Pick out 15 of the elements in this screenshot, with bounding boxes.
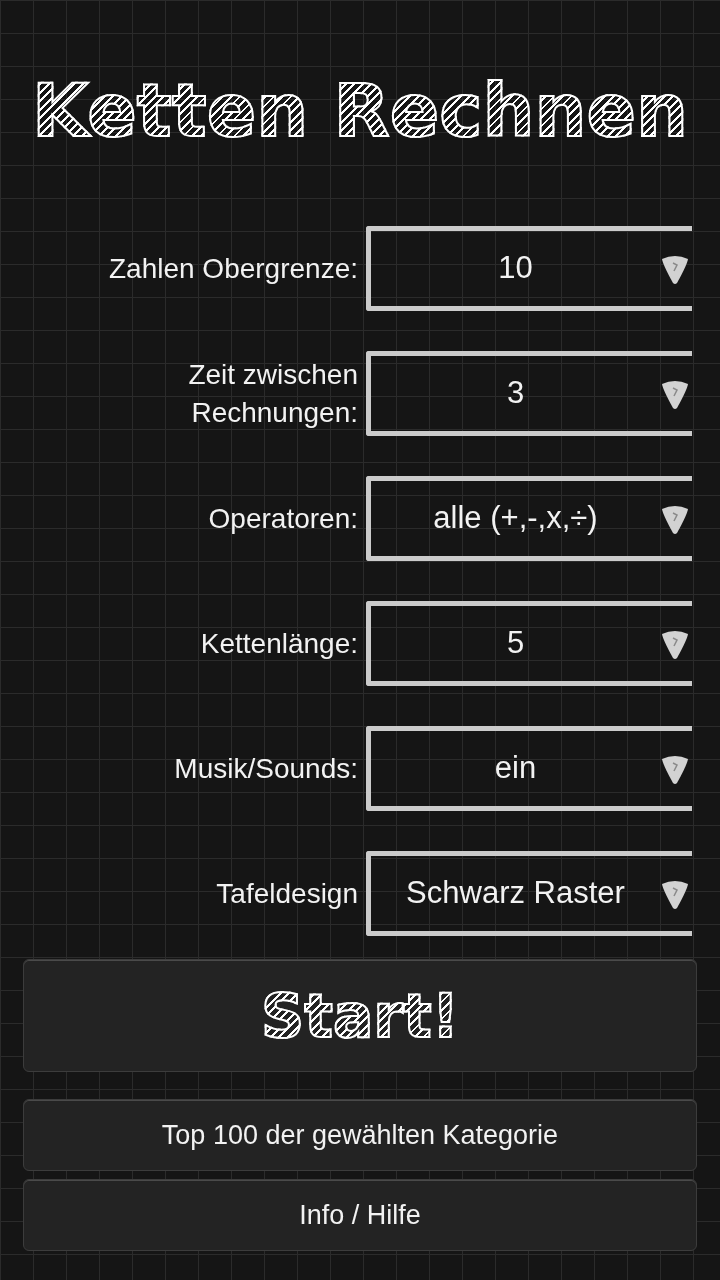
setting-label: Tafeldesign: [216, 876, 358, 911]
dropdown[interactable]: 10: [366, 226, 692, 311]
setting-label: Zeit zwischen Rechnungen:: [187, 357, 358, 430]
menu-button[interactable]: Top 100 der gewählten Kategorie: [23, 1099, 697, 1171]
setting-label: Kettenlänge:: [200, 626, 358, 661]
start-button[interactable]: Start!: [23, 959, 697, 1072]
dropdown[interactable]: ein: [366, 726, 692, 811]
dropdown[interactable]: Schwarz Raster: [366, 851, 692, 936]
setting-label: Operatoren:: [208, 501, 358, 536]
dropdown[interactable]: alle (+,-,x,÷): [366, 476, 692, 561]
dropdown[interactable]: 5: [366, 601, 692, 686]
dropdown[interactable]: 3: [366, 351, 692, 436]
setting-label: Musik/Sounds:: [174, 751, 358, 786]
setting-label: Zahlen Obergrenze:: [108, 251, 358, 286]
menu-button[interactable]: Info / Hilfe: [23, 1179, 697, 1251]
